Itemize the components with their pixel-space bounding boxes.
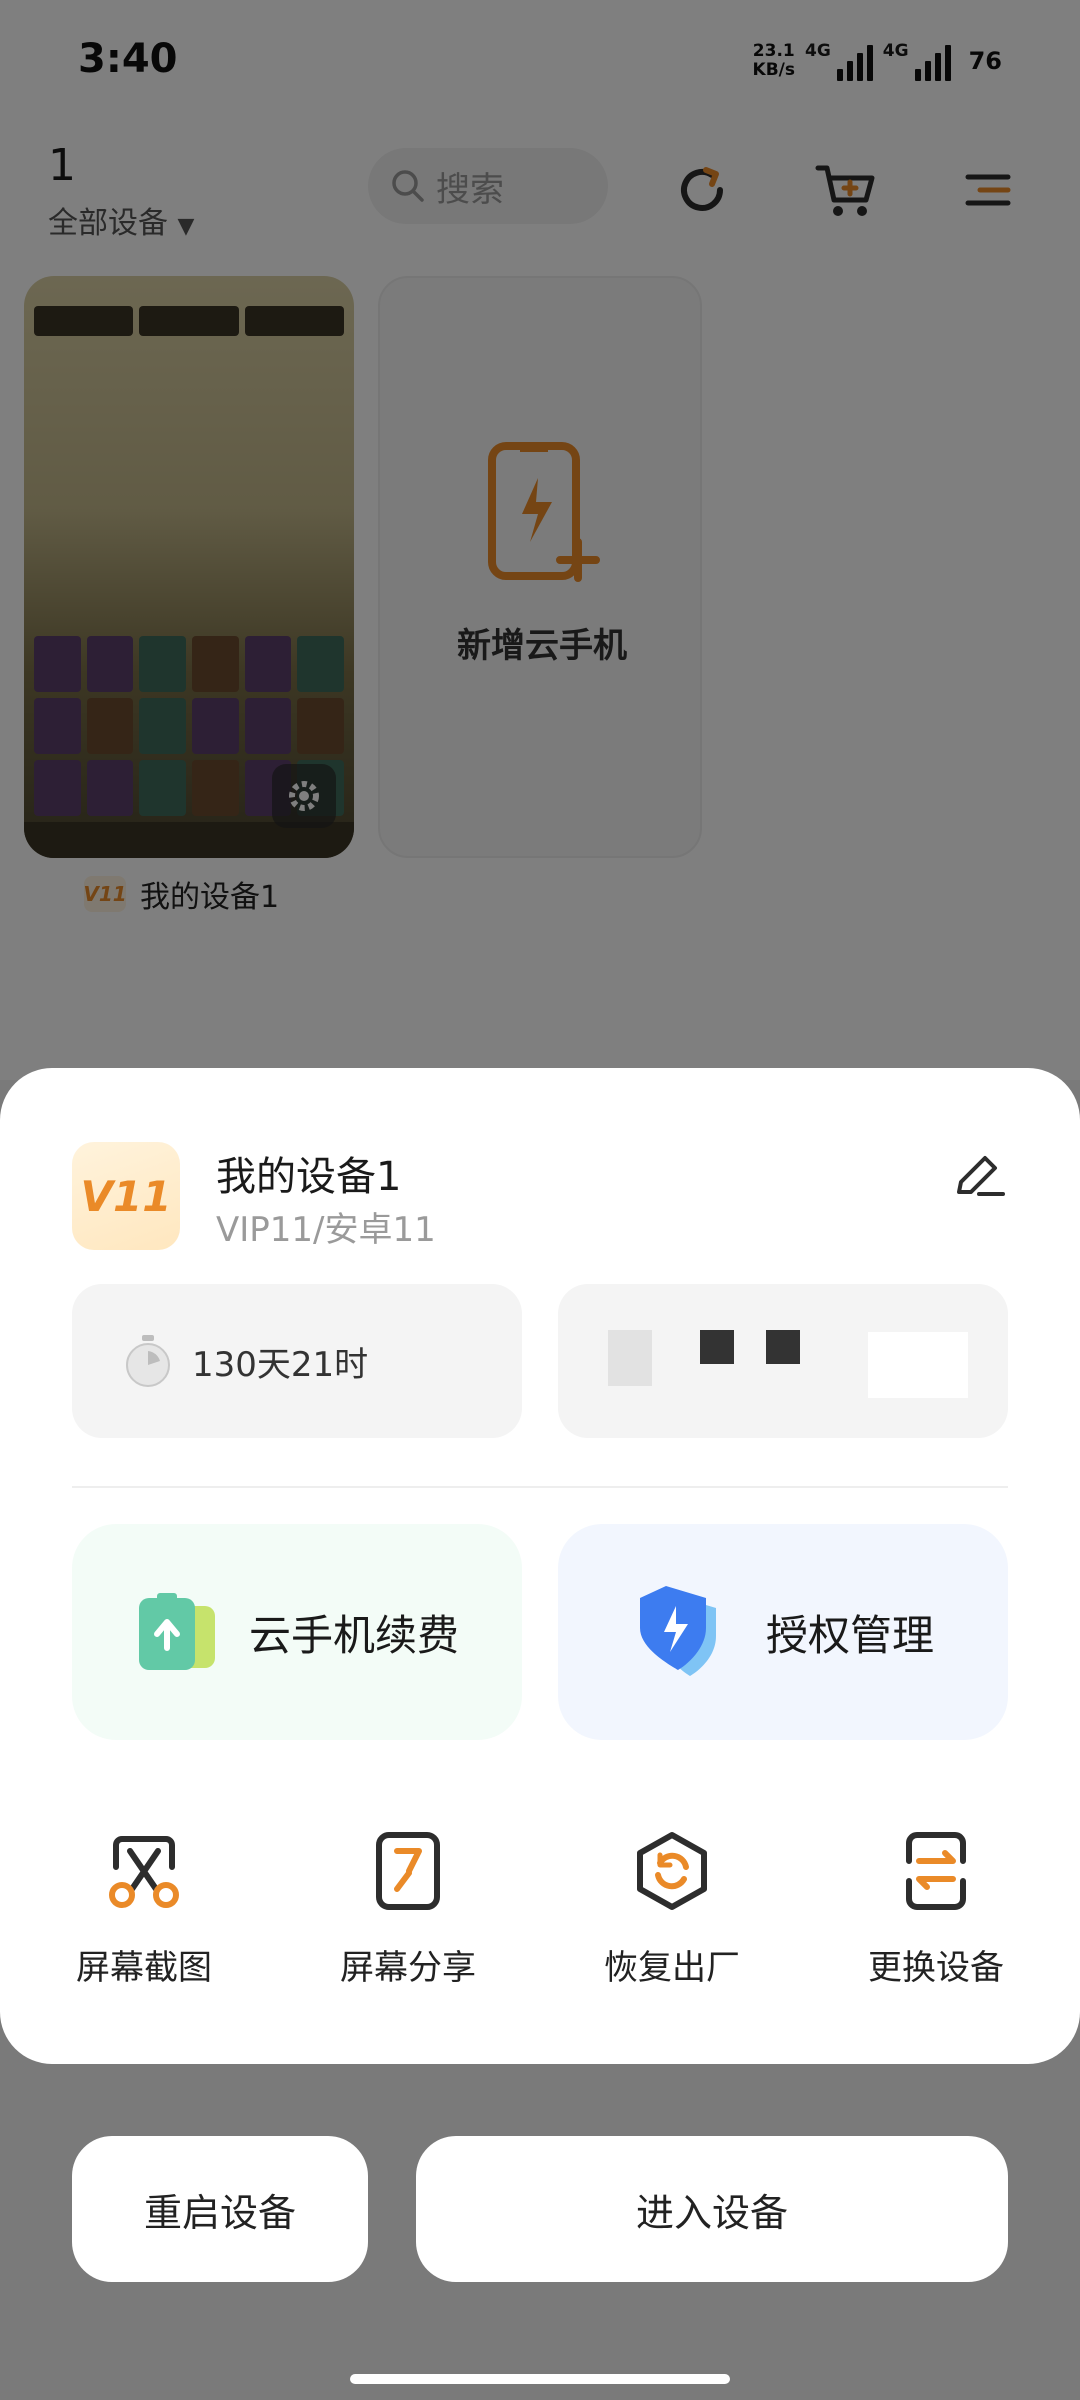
factory-reset-icon bbox=[629, 1828, 715, 1914]
remaining-time: 130天21时 bbox=[192, 1344, 369, 1385]
stopwatch-icon bbox=[126, 1335, 170, 1387]
swap-device-icon bbox=[893, 1828, 979, 1914]
screenshot-scissors-icon bbox=[101, 1828, 187, 1914]
edit-name-button[interactable] bbox=[944, 1142, 1014, 1212]
renew-button[interactable]: 云手机续费 bbox=[72, 1524, 522, 1740]
factory-reset-label: 恢复出厂 bbox=[604, 1948, 740, 1988]
redacted-info-tile bbox=[558, 1284, 1008, 1438]
edit-icon bbox=[957, 1156, 1005, 1196]
section-divider bbox=[72, 1486, 1008, 1488]
redacted-square-1 bbox=[700, 1330, 734, 1364]
device-spec: VIP11/安卓11 bbox=[216, 1210, 436, 1250]
screenshot-button[interactable]: 屏幕截图 bbox=[44, 1828, 244, 2028]
device-action-sheet: V11 我的设备1 VIP11/安卓11 130天21时 云手机续费 授权管理 … bbox=[0, 1068, 1080, 2064]
enter-device-label: 进入设备 bbox=[635, 2190, 788, 2235]
enter-device-button[interactable]: 进入设备 bbox=[416, 2136, 1008, 2282]
remaining-time-tile: 130天21时 bbox=[72, 1284, 522, 1438]
restart-device-label: 重启设备 bbox=[143, 2190, 296, 2235]
device-name: 我的设备1 bbox=[216, 1154, 402, 1200]
authorization-button[interactable]: 授权管理 bbox=[558, 1524, 1008, 1740]
swap-device-label: 更换设备 bbox=[868, 1948, 1004, 1988]
renew-label: 云手机续费 bbox=[248, 1610, 459, 1660]
restart-device-button[interactable]: 重启设备 bbox=[72, 2136, 368, 2282]
factory-reset-button[interactable]: 恢复出厂 bbox=[572, 1828, 772, 2028]
vip-level-badge: V11 bbox=[72, 1142, 180, 1250]
authorization-label: 授权管理 bbox=[765, 1610, 934, 1660]
redacted-white-box bbox=[868, 1332, 968, 1398]
renew-card-icon bbox=[138, 1593, 215, 1670]
screen-share-label: 屏幕分享 bbox=[340, 1948, 476, 1988]
home-indicator[interactable] bbox=[350, 2374, 730, 2384]
screenshot-label: 屏幕截图 bbox=[76, 1948, 212, 1988]
redacted-block bbox=[608, 1330, 652, 1386]
screen-share-button[interactable]: 屏幕分享 bbox=[308, 1828, 508, 2028]
shield-bolt-icon bbox=[639, 1586, 716, 1676]
screen-share-icon bbox=[365, 1828, 451, 1914]
swap-device-button[interactable]: 更换设备 bbox=[836, 1828, 1036, 2028]
redacted-square-2 bbox=[766, 1330, 800, 1364]
